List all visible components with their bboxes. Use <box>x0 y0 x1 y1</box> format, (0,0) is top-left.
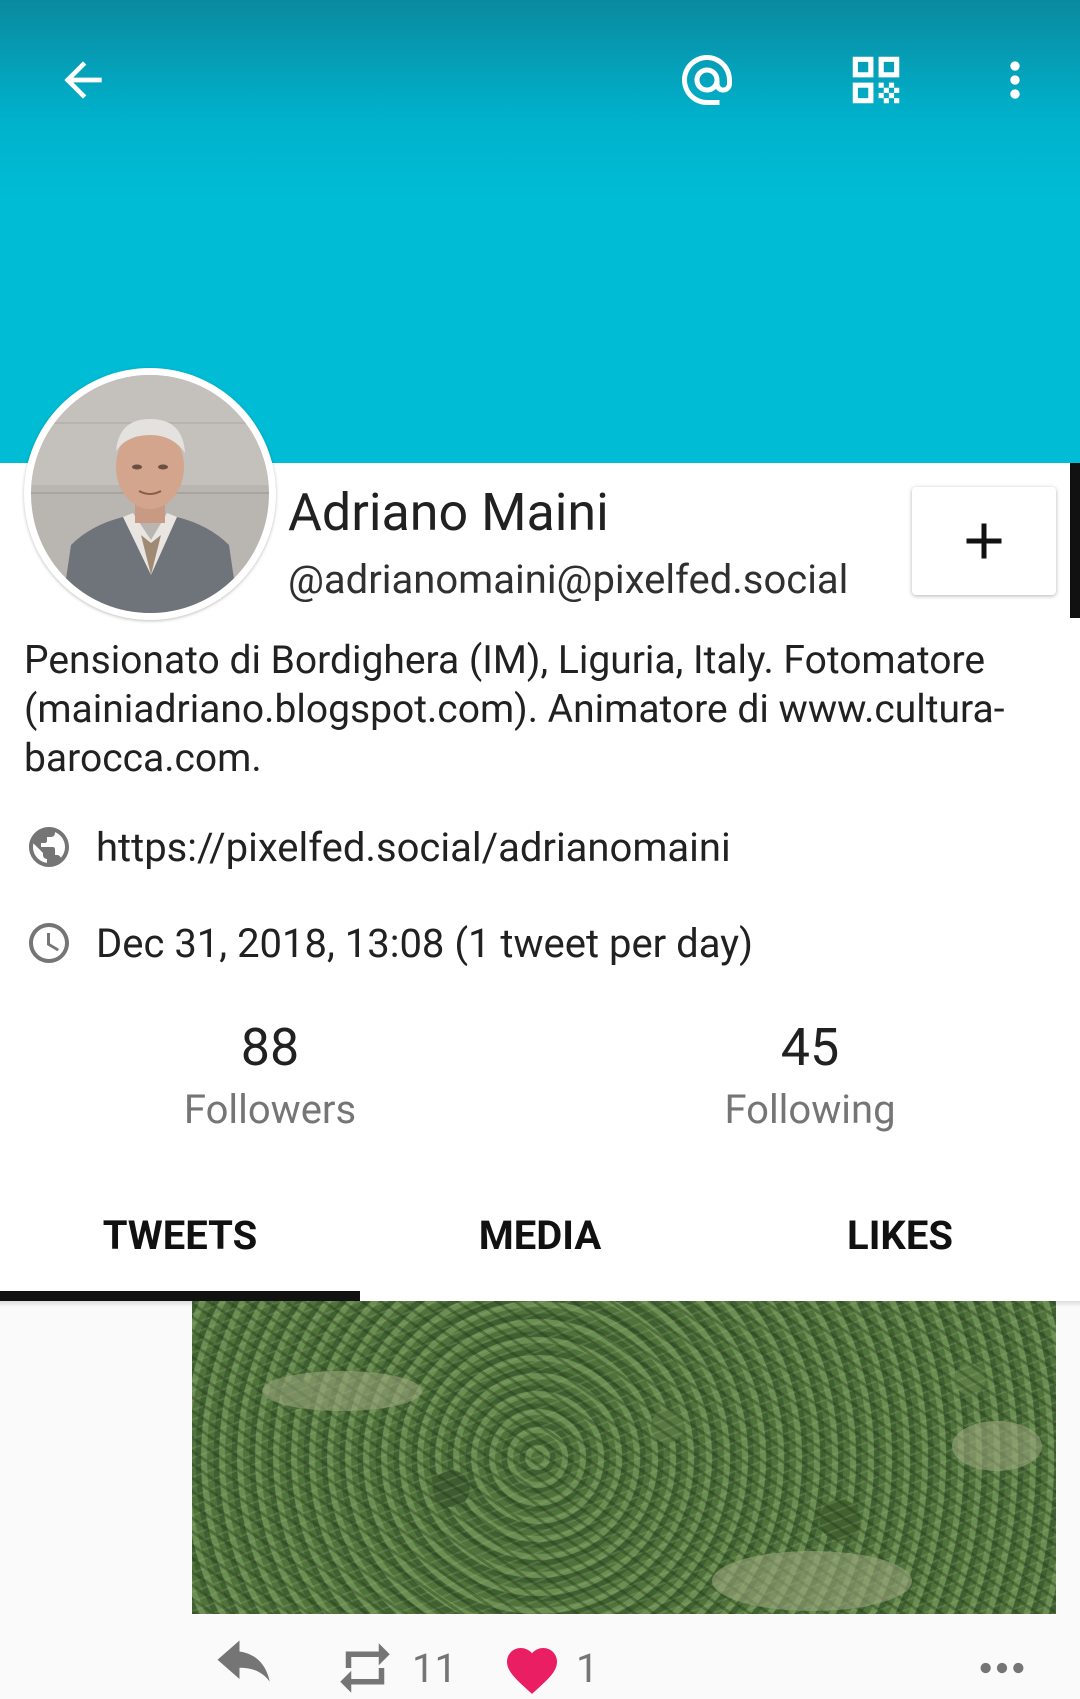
avatar[interactable] <box>24 368 276 620</box>
tweet-actions: 11 1 <box>0 1640 1080 1699</box>
clock-icon <box>24 918 74 968</box>
retweet-count: 11 <box>412 1644 457 1692</box>
back-arrow-icon <box>64 61 102 99</box>
profile-name: Adriano Maini <box>288 482 609 543</box>
tweet-media-image[interactable] <box>192 1301 1056 1614</box>
overflow-menu-icon <box>1010 61 1020 99</box>
website-link[interactable]: https://pixelfed.social/adrianomaini <box>96 824 731 871</box>
more-dots-icon <box>980 1662 1024 1674</box>
profile-bio: Pensionato di Bordighera (IM), Liguria, … <box>24 637 1005 781</box>
reply-icon <box>217 1640 270 1682</box>
tab-media[interactable]: MEDIA <box>360 1170 720 1301</box>
overflow-menu-button[interactable] <box>960 30 1070 130</box>
qr-code-button[interactable] <box>821 30 931 130</box>
profile-tabs: TWEETS MEDIA LIKES <box>0 1170 1080 1301</box>
avatar-image <box>31 375 269 613</box>
tab-likes[interactable]: LIKES <box>720 1170 1080 1301</box>
reply-button[interactable] <box>212 1640 278 1696</box>
qr-code-icon <box>852 56 900 104</box>
followers-label: Followers <box>183 1086 357 1133</box>
media-clearing <box>712 1551 912 1611</box>
mention-button[interactable] <box>652 30 762 130</box>
joined-row: Dec 31, 2018, 13:08 (1 tweet per day) <box>24 918 753 968</box>
follow-button[interactable] <box>912 487 1056 595</box>
retweet-button[interactable]: 11 <box>332 1640 457 1696</box>
following-label: Following <box>724 1086 896 1133</box>
globe-icon <box>24 822 74 872</box>
more-button[interactable] <box>974 1640 1030 1696</box>
heart-icon <box>507 1648 557 1694</box>
back-button[interactable] <box>28 30 138 130</box>
website-row: https://pixelfed.social/adrianomaini <box>24 822 731 872</box>
like-button[interactable]: 1 <box>502 1640 598 1696</box>
profile-handle: @adrianomaini@pixelfed.social <box>288 556 849 603</box>
retweet-icon <box>340 1643 390 1693</box>
mention-icon <box>682 55 732 105</box>
like-count: 1 <box>576 1644 599 1692</box>
media-clearing <box>262 1371 422 1411</box>
plus-icon <box>966 523 1002 559</box>
tab-tweets[interactable]: TWEETS <box>0 1170 360 1301</box>
card-edge <box>1070 463 1080 618</box>
joined-date: Dec 31, 2018, 13:08 (1 tweet per day) <box>96 919 754 967</box>
media-clearing <box>952 1421 1042 1471</box>
following-stat[interactable]: 45 Following <box>660 1018 960 1140</box>
media-texture <box>192 1301 1056 1614</box>
followers-stat[interactable]: 88 Followers <box>120 1018 420 1140</box>
followers-count: 88 <box>240 1017 300 1078</box>
following-count: 45 <box>780 1017 840 1078</box>
